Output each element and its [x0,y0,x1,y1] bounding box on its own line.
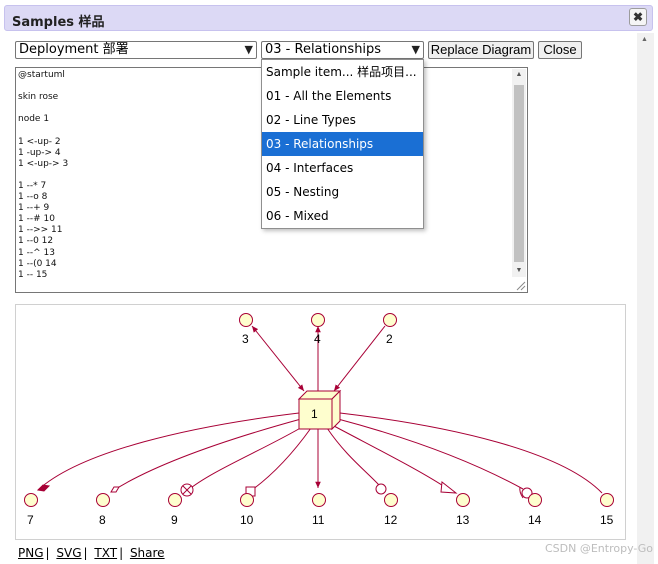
node-circle [240,493,254,507]
dialog-scrollbar[interactable]: ▲ [637,33,654,564]
dropdown-option[interactable]: Sample item... 样品项目... [262,60,423,84]
export-links: PNG | SVG | TXT | Share [18,546,165,560]
sample-select[interactable]: 03 - Relationships ▼ [261,41,424,59]
diagram-type-select[interactable]: Deployment 部署 ▼ [15,41,257,59]
node-label: 8 [99,513,106,527]
edge-1-8 [110,418,302,493]
scroll-up-icon[interactable]: ▲ [512,69,526,81]
edge-1-7 [37,412,300,491]
node-label: 11 [312,513,325,527]
node-label: 9 [171,513,178,527]
samples-dialog: Samples 样品 ✖ Deployment 部署 ▼ 03 - Relati… [0,0,658,564]
triangle-open-icon [440,481,458,494]
share-link[interactable]: Share [130,546,165,560]
node-circle [384,493,398,507]
sample-select-value: 03 - Relationships [265,42,382,57]
circle-icon [375,483,387,495]
scroll-up-icon[interactable]: ▲ [641,36,648,43]
scroll-down-icon[interactable]: ▼ [512,265,526,277]
resize-handle-icon[interactable] [514,279,526,291]
dropdown-option-selected[interactable]: 03 - Relationships [262,132,423,156]
node-circle [239,313,253,327]
node-label: 4 [314,332,321,346]
node-circle [456,493,470,507]
diagram-canvas: 3 4 2 1 7 8 9 10 11 12 13 14 15 [24,313,614,527]
node-label: 3 [242,332,249,346]
node-circle [383,313,397,327]
watermark: CSDN @Entropy-Go [545,542,654,555]
chevron-down-icon: ▼ [411,43,420,56]
node-label: 14 [528,513,542,527]
chevron-down-icon: ▼ [244,43,253,56]
sample-dropdown-list[interactable]: Sample item... 样品项目... 01 - All the Elem… [261,59,424,229]
scrollbar-thumb[interactable] [514,85,524,262]
node-circle [311,313,325,327]
diamond-filled-icon [36,484,51,492]
dialog-title: Samples 样品 [12,15,105,30]
node-label: 12 [384,513,398,527]
close-icon[interactable]: ✖ [629,8,647,26]
png-link[interactable]: PNG [18,546,44,560]
diamond-open-icon [110,486,120,493]
node-circle [312,493,326,507]
center-node-label: 1 [311,407,318,421]
node-label: 10 [240,513,254,527]
edge-1-2 [333,325,386,392]
dropdown-option[interactable]: 05 - Nesting [262,180,423,204]
node-label: 7 [27,513,34,527]
edge-1-10 [251,427,312,491]
node-label: 2 [386,332,393,346]
diagram-type-value: Deployment 部署 [19,42,129,57]
edge-1-3 [251,325,305,392]
center-node: 1 [297,389,342,431]
dropdown-option[interactable]: 02 - Line Types [262,108,423,132]
svg-link[interactable]: SVG [56,546,81,560]
dropdown-option[interactable]: 01 - All the Elements [262,84,423,108]
node-circle [528,493,542,507]
node-circle [168,493,182,507]
node-circle [600,493,614,507]
node-label: 13 [456,513,470,527]
replace-diagram-button[interactable]: Replace Diagram [428,41,534,59]
editor-scrollbar[interactable]: ▲ ▼ [512,69,526,277]
bottom-nodes: 7 8 9 10 11 12 13 14 15 [24,493,614,527]
source-text[interactable]: @startuml skin rose node 1 1 <-up- 2 1 -… [18,70,68,281]
diagram-preview: 3 4 2 1 7 8 9 10 11 12 13 14 15 [15,304,626,540]
node-label: 15 [600,513,614,527]
circle-plus-icon [180,483,194,497]
dropdown-option[interactable]: 06 - Mixed [262,204,423,228]
dropdown-option[interactable]: 04 - Interfaces [262,156,423,180]
node-circle [24,493,38,507]
dialog-titlebar: Samples 样品 ✖ [4,5,653,31]
node-circle [96,493,110,507]
close-button[interactable]: Close [538,41,582,59]
txt-link[interactable]: TXT [94,546,117,560]
edge-1-15 [339,412,603,494]
